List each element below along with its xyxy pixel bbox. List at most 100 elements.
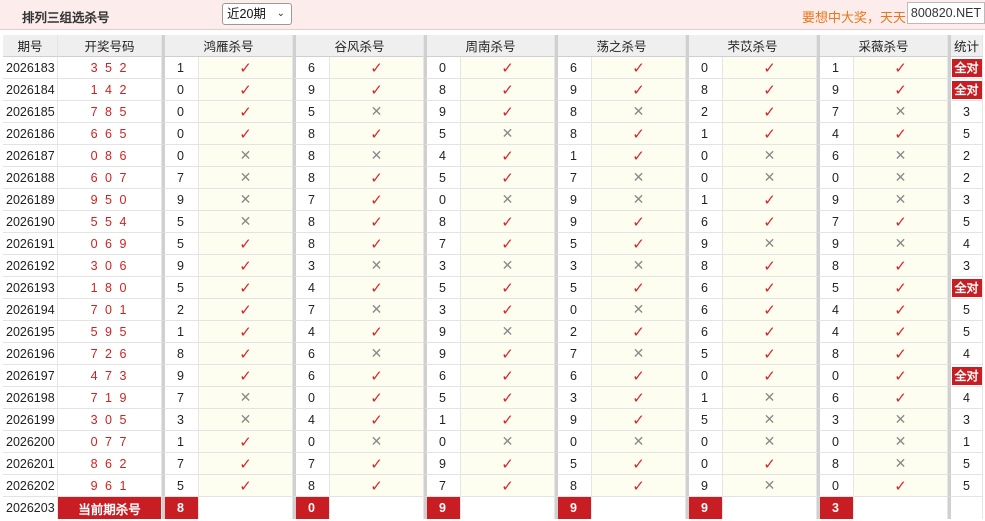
kill-number-cell: 7 — [293, 189, 330, 211]
check-icon: ✓ — [723, 101, 817, 123]
kill-number-cell: 9 — [162, 255, 199, 277]
kill-number-cell: 9 — [686, 233, 723, 255]
stat-value: 4 — [963, 236, 970, 251]
cross-icon: ✕ — [854, 189, 948, 211]
kill-number-cell: 5 — [555, 233, 592, 255]
issue-cell: 2026197 — [3, 365, 58, 387]
issue-cell: 2026184 — [3, 79, 58, 101]
kill-number-cell: 0 — [686, 453, 723, 475]
cross-icon: ✕ — [330, 145, 424, 167]
check-icon: ✓ — [854, 475, 948, 497]
stat-cell: 全对 — [948, 57, 983, 79]
stat-cell: 全对 — [948, 277, 983, 299]
cross-icon: ✕ — [461, 321, 555, 343]
cross-icon: ✕ — [592, 189, 686, 211]
table-row: 2026201 8 6 2 7 ✓ 7 ✓ 9 ✓ 5 ✓ 0 ✓ 8 ✕ 5 — [3, 453, 983, 475]
kill-number-cell: 5 — [686, 343, 723, 365]
kill-number-cell: 0 — [162, 145, 199, 167]
current-kill-number: 0 — [293, 497, 330, 519]
issue-cell: 2026188 — [3, 167, 58, 189]
cross-icon: ✕ — [723, 233, 817, 255]
check-icon: ✓ — [592, 321, 686, 343]
period-select[interactable]: 近20期 ⌄ — [222, 3, 292, 25]
issue-cell: 2026202 — [3, 475, 58, 497]
kill-number-cell: 6 — [686, 321, 723, 343]
cross-icon: ✕ — [199, 189, 293, 211]
check-icon: ✓ — [330, 79, 424, 101]
check-icon: ✓ — [854, 277, 948, 299]
kill-number-cell: 7 — [162, 167, 199, 189]
top-bar: 排列三组选杀号 近20期 ⌄ 要想中大奖，天天 800820.NET — [0, 0, 985, 30]
kill-number-cell: 8 — [293, 167, 330, 189]
kill-number-cell: 1 — [686, 123, 723, 145]
kill-number-cell: 4 — [817, 321, 854, 343]
kill-number-cell: 6 — [424, 365, 461, 387]
cross-icon: ✕ — [723, 431, 817, 453]
cross-icon: ✕ — [461, 255, 555, 277]
stat-cell: 2 — [948, 167, 983, 189]
check-icon: ✓ — [199, 101, 293, 123]
kill-number-cell: 5 — [424, 277, 461, 299]
cross-icon: ✕ — [592, 431, 686, 453]
col-expert-4: 荡之杀号 — [555, 35, 686, 57]
check-icon: ✓ — [854, 255, 948, 277]
issue-cell: 2026200 — [3, 431, 58, 453]
kill-number-cell: 7 — [817, 101, 854, 123]
kill-number-cell: 6 — [293, 365, 330, 387]
table-row: 2026196 7 2 6 8 ✓ 6 ✕ 9 ✓ 7 ✕ 5 ✓ 8 ✓ 4 — [3, 343, 983, 365]
cross-icon: ✕ — [199, 211, 293, 233]
current-kill-number: 3 — [817, 497, 854, 519]
kill-number-table: 期号 开奖号码 鸿雁杀号 谷风杀号 周南杀号 荡之杀号 芣苡杀号 采薇杀号 统计… — [3, 35, 983, 519]
current-kill-number: 9 — [686, 497, 723, 519]
kill-number-cell: 5 — [162, 475, 199, 497]
kill-number-cell: 3 — [162, 409, 199, 431]
check-icon: ✓ — [461, 145, 555, 167]
check-icon: ✓ — [461, 365, 555, 387]
draw-number-cell: 7 2 6 — [58, 343, 162, 365]
draw-number-cell: 6 6 5 — [58, 123, 162, 145]
table-header-row: 期号 开奖号码 鸿雁杀号 谷风杀号 周南杀号 荡之杀号 芣苡杀号 采薇杀号 统计 — [3, 35, 983, 57]
table-row: 2026200 0 7 7 1 ✓ 0 ✕ 0 ✕ 0 ✕ 0 ✕ 0 ✕ 1 — [3, 431, 983, 453]
check-icon: ✓ — [330, 211, 424, 233]
stat-cell: 全对 — [948, 79, 983, 101]
check-icon: ✓ — [330, 167, 424, 189]
empty-cell — [854, 497, 948, 519]
check-icon: ✓ — [461, 167, 555, 189]
kill-number-cell: 5 — [162, 277, 199, 299]
kill-number-cell: 5 — [162, 233, 199, 255]
table-row: 2026189 9 5 0 9 ✕ 7 ✓ 0 ✕ 9 ✕ 1 ✓ 9 ✕ 3 — [3, 189, 983, 211]
kill-number-cell: 9 — [686, 475, 723, 497]
check-icon: ✓ — [592, 453, 686, 475]
kill-number-cell: 0 — [686, 431, 723, 453]
kill-number-cell: 7 — [293, 299, 330, 321]
kill-number-cell: 9 — [424, 321, 461, 343]
check-icon: ✓ — [592, 409, 686, 431]
draw-number-cell: 8 6 2 — [58, 453, 162, 475]
kill-number-cell: 0 — [817, 365, 854, 387]
check-icon: ✓ — [592, 211, 686, 233]
check-icon: ✓ — [461, 409, 555, 431]
stat-cell: 全对 — [948, 365, 983, 387]
kill-number-cell: 0 — [293, 387, 330, 409]
kill-number-cell: 1 — [162, 431, 199, 453]
kill-number-cell: 9 — [817, 189, 854, 211]
table-row: 2026195 5 9 5 1 ✓ 4 ✓ 9 ✕ 2 ✓ 6 ✓ 4 ✓ 5 — [3, 321, 983, 343]
draw-number-cell: 7 0 1 — [58, 299, 162, 321]
check-icon: ✓ — [199, 431, 293, 453]
kill-number-cell: 0 — [817, 431, 854, 453]
issue-cell: 2026191 — [3, 233, 58, 255]
kill-number-cell: 8 — [817, 255, 854, 277]
kill-number-cell: 0 — [686, 365, 723, 387]
check-icon: ✓ — [854, 365, 948, 387]
check-icon: ✓ — [330, 277, 424, 299]
kill-number-cell: 7 — [555, 167, 592, 189]
check-icon: ✓ — [330, 409, 424, 431]
current-kill-number: 9 — [424, 497, 461, 519]
draw-number-cell: 5 9 5 — [58, 321, 162, 343]
kill-number-cell: 0 — [162, 101, 199, 123]
kill-number-cell: 4 — [424, 145, 461, 167]
kill-number-cell: 1 — [162, 321, 199, 343]
kill-number-cell: 8 — [293, 145, 330, 167]
stat-value: 5 — [963, 302, 970, 317]
check-icon: ✓ — [723, 299, 817, 321]
